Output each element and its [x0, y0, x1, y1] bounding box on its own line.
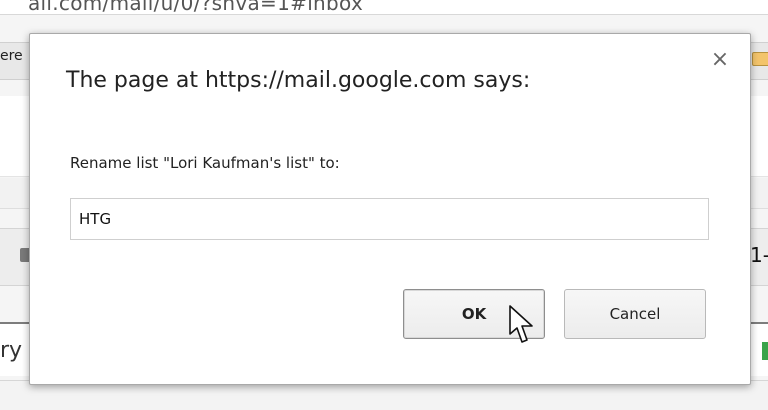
folder-icon — [752, 52, 768, 66]
close-icon[interactable]: × — [710, 49, 730, 71]
rename-input[interactable] — [70, 198, 709, 240]
prompt-label: Rename list "Lori Kaufman's list" to: — [70, 154, 340, 172]
prompt-dialog: The page at https://mail.google.com says… — [29, 33, 751, 385]
dialog-title: The page at https://mail.google.com says… — [66, 68, 531, 93]
mail-row-count-fragment: 1- — [750, 243, 768, 267]
green-indicator — [762, 342, 768, 360]
toolbar-text-fragment: ere — [0, 48, 23, 64]
address-bar: ail.com/mail/u/0/?shva=1#inbox — [0, 0, 768, 15]
lower-text-fragment: ry — [0, 338, 23, 363]
cancel-button[interactable]: Cancel — [564, 289, 706, 339]
address-bar-text: ail.com/mail/u/0/?shva=1#inbox — [28, 0, 364, 15]
mouse-cursor-icon — [509, 305, 533, 343]
screen: ail.com/mail/u/0/?shva=1#inbox ere 1- ry… — [0, 0, 768, 410]
